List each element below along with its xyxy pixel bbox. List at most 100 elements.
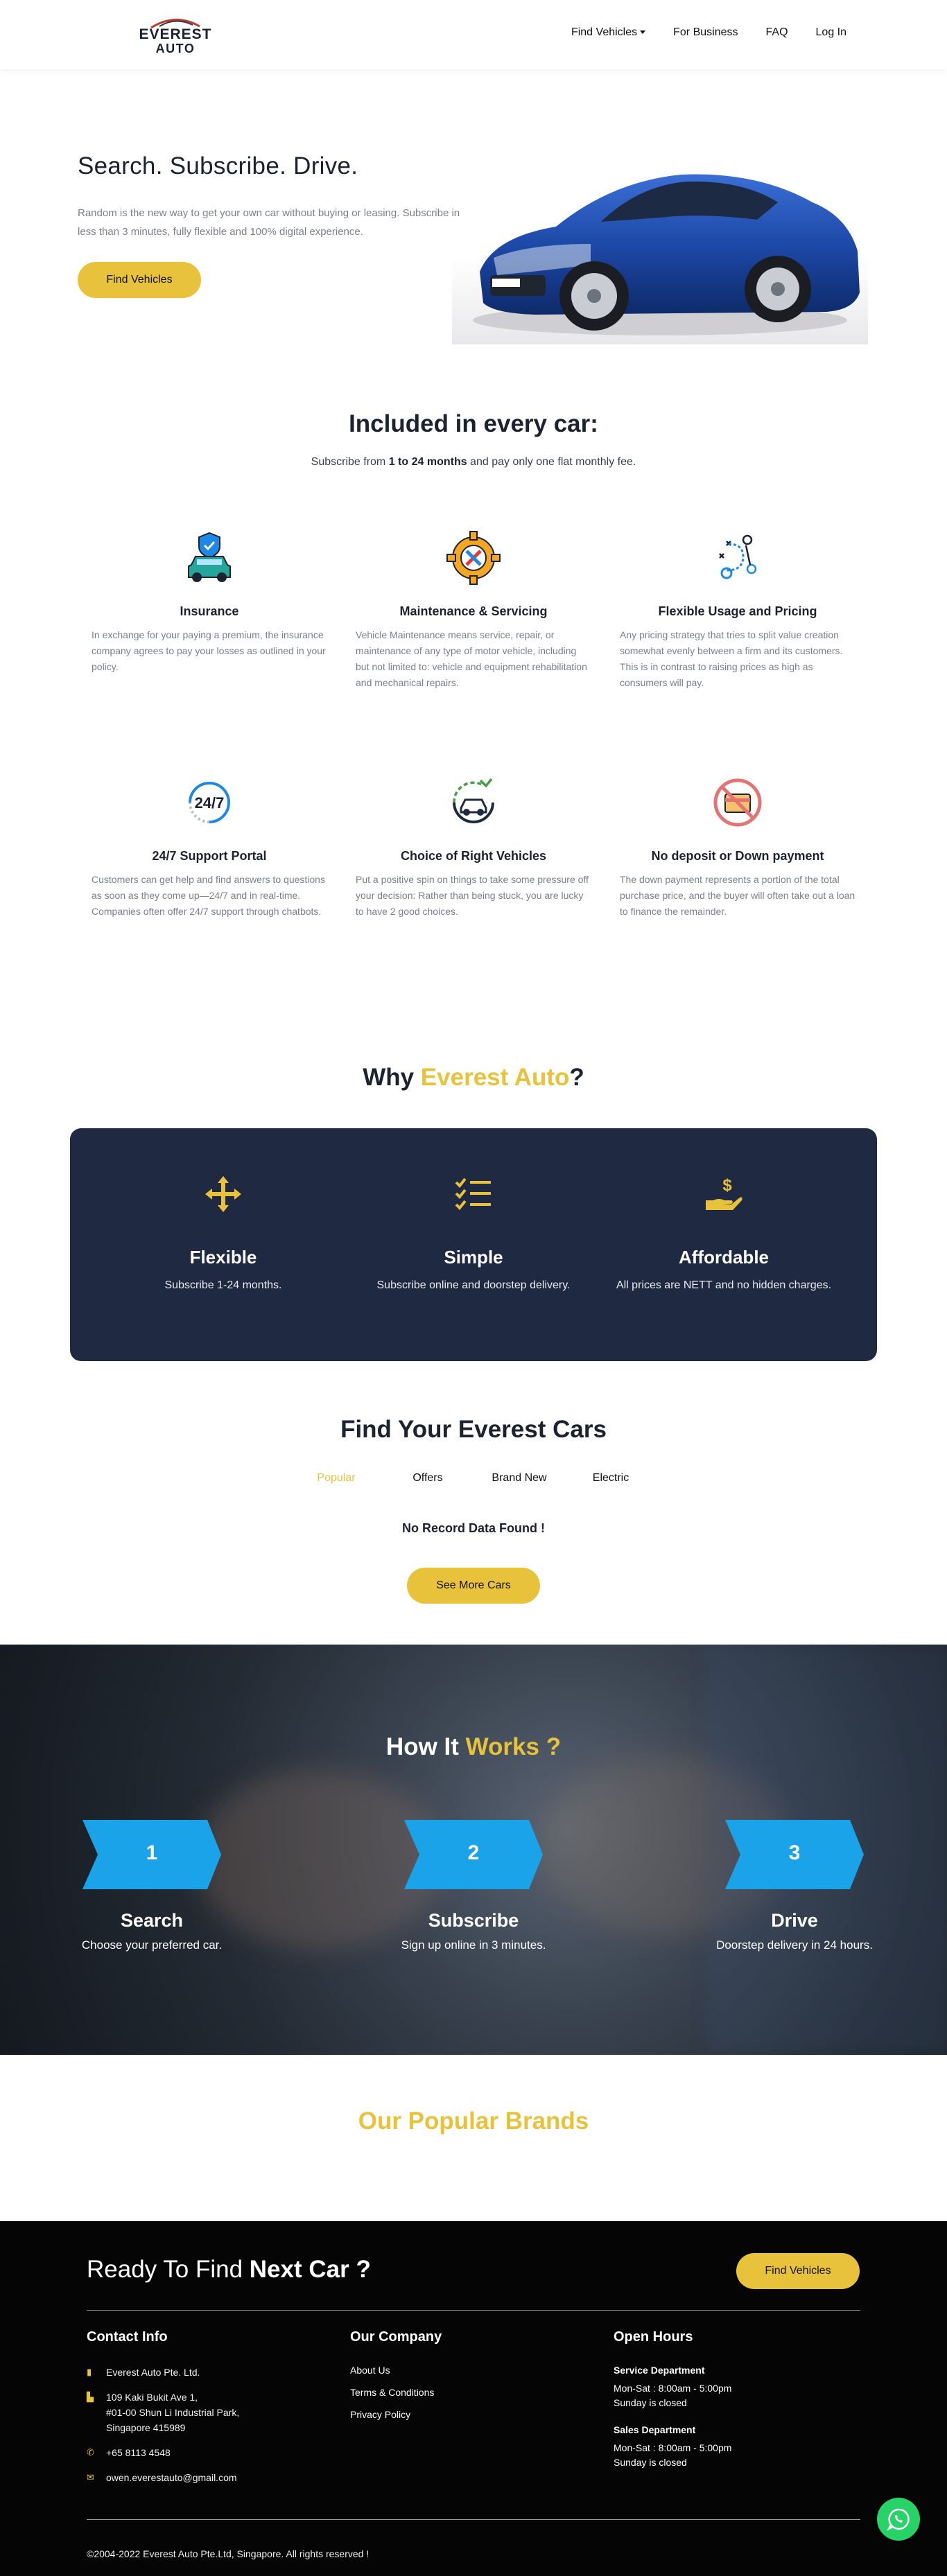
feature-text: The down payment represents a portion of… xyxy=(620,874,855,917)
feature-insurance: Insurance In exchange for your paying a … xyxy=(92,530,327,675)
nav-for-business[interactable]: For Business xyxy=(673,26,738,39)
step-number: 1 xyxy=(146,1841,158,1864)
feature-maintenance: Maintenance & Servicing Vehicle Maintena… xyxy=(356,530,591,691)
nav-find-vehicles-label: Find Vehicles xyxy=(571,26,638,38)
envelope-icon: ✉ xyxy=(87,2472,94,2482)
whatsapp-chat-button[interactable] xyxy=(877,2498,920,2541)
no-deposit-icon xyxy=(713,778,762,827)
contact-info: Contact Info ▮ Everest Auto Pte. Ltd. ▙ 10… xyxy=(87,2329,322,2485)
nav-faq[interactable]: FAQ xyxy=(766,26,788,39)
step-search: 1 Search Choose your preferred car. xyxy=(34,1820,270,1952)
link-terms[interactable]: Terms & Conditions xyxy=(350,2387,586,2398)
building-icon: ▮ xyxy=(87,2367,92,2377)
find-title: Find Your Everest Cars xyxy=(340,1416,607,1443)
footer: Ready To Find Next Car ? Find Vehicles C… xyxy=(0,2221,947,2576)
maintenance-icon xyxy=(446,531,501,585)
checklist-icon xyxy=(455,1177,491,1210)
included-sub-suffix: and pay only one flat monthly fee. xyxy=(467,456,636,468)
caret-down-icon xyxy=(640,30,646,35)
contact-company: ▮ Everest Auto Pte. Ltd. xyxy=(87,2365,322,2380)
why-title-suffix: ? xyxy=(569,1064,584,1091)
link-privacy[interactable]: Privacy Policy xyxy=(350,2409,586,2420)
why-simple: Simple Subscribe online and doorstep del… xyxy=(356,1128,591,1295)
why-col-title: Simple xyxy=(444,1247,503,1268)
contact-phone[interactable]: ✆ +65 8113 4548 xyxy=(87,2445,322,2460)
phone-icon: ✆ xyxy=(87,2447,94,2457)
service-department-title: Service Department xyxy=(614,2365,705,2376)
navbar: EVEREST AUTO Find Vehicles For Business … xyxy=(0,0,947,69)
how-it-works-section: How It Works ? 1 Search Choose your pref… xyxy=(0,1645,947,2055)
step-title: Drive xyxy=(771,1910,818,1931)
company-name: Everest Auto Pte. Ltd. xyxy=(106,2367,200,2378)
hero-find-vehicles-button[interactable]: Find Vehicles xyxy=(78,262,201,298)
address-line-3: Singapore 415989 xyxy=(106,2422,186,2433)
how-title: How It Works ? xyxy=(0,1733,947,1761)
feature-title: 24/7 Support Portal xyxy=(152,849,267,863)
footer-find-vehicles-button[interactable]: Find Vehicles xyxy=(736,2253,860,2289)
sales-hours: Mon-Sat : 8:00am - 5:00pm Sunday is close… xyxy=(614,2441,849,2470)
address: 109 Kaki Bukit Ave 1, #01-00 Shun Li Indu… xyxy=(106,2390,239,2435)
service-hours: Mon-Sat : 8:00am - 5:00pm Sunday is close… xyxy=(614,2381,849,2410)
see-more-cars-button[interactable]: See More Cars xyxy=(407,1568,540,1604)
feature-flexible-pricing: Flexible Usage and Pricing Any pricing s… xyxy=(620,530,855,691)
feature-text: Customers can get help and find answers … xyxy=(92,874,325,917)
sales-hours-line-1: Mon-Sat : 8:00am - 5:00pm xyxy=(614,2442,732,2453)
feature-text: In exchange for your paying a premium, t… xyxy=(92,629,326,672)
why-col-text: All prices are NETT and no hidden charge… xyxy=(616,1279,832,1291)
svg-text:24/7: 24/7 xyxy=(195,794,225,812)
step-title: Search xyxy=(120,1910,184,1931)
feature-support: 24/7 24/7 Support Portal Customers can g… xyxy=(92,775,327,920)
hero-title: Search. Subscribe. Drive. xyxy=(78,152,358,179)
why-title: Why Everest Auto? xyxy=(0,1064,947,1092)
feature-vehicle-choice: Choice of Right Vehicles Put a positive … xyxy=(356,775,591,920)
address-line-2: #01-00 Shun Li Industrial Park, xyxy=(106,2407,240,2418)
insurance-icon xyxy=(188,532,231,582)
feature-title: Maintenance & Servicing xyxy=(399,604,548,618)
hours-title: Open Hours xyxy=(614,2329,693,2345)
footer-bottom-divider xyxy=(87,2519,860,2520)
step-number: 2 xyxy=(467,1841,480,1864)
car-tabs: Popular Offers Brand New Electric xyxy=(0,1472,947,1484)
service-hours-line-1: Mon-Sat : 8:00am - 5:00pm xyxy=(614,2383,732,2394)
vehicle-choice-icon xyxy=(453,778,494,823)
step-text: Doorstep delivery in 24 hours. xyxy=(716,1938,873,1952)
included-subtitle: Subscribe from 1 to 24 months and pay on… xyxy=(0,456,947,468)
why-panel: Flexible Subscribe 1-24 months. Simple S… xyxy=(70,1128,877,1361)
link-about-us[interactable]: About Us xyxy=(350,2365,586,2376)
nav-find-vehicles[interactable]: Find Vehicles xyxy=(571,26,646,39)
included-title: Included in every car: xyxy=(349,410,598,437)
step-text: Sign up online in 3 minutes. xyxy=(401,1938,546,1952)
why-affordable: $ Affordable All prices are NETT and no … xyxy=(606,1128,842,1295)
open-hours: Open Hours Service Department Mon-Sat : … xyxy=(614,2329,849,2470)
logo-text-line1: EVEREST xyxy=(139,26,212,42)
company-title: Our Company xyxy=(350,2329,442,2345)
why-col-text: Subscribe online and doorstep delivery. xyxy=(376,1279,571,1291)
step-number: 3 xyxy=(788,1841,801,1864)
contact-address: ▙ 109 Kaki Bukit Ave 1, #01-00 Shun Li Ind… xyxy=(87,2390,322,2435)
tab-popular[interactable]: Popular xyxy=(290,1472,382,1484)
tab-offers[interactable]: Offers xyxy=(382,1472,474,1484)
nav-login[interactable]: Log In xyxy=(816,26,846,39)
how-title-accent: Works ? xyxy=(465,1733,562,1760)
support-24-7-icon: 24/7 xyxy=(189,782,230,823)
nav-menu: Find Vehicles For Business FAQ Log In xyxy=(571,26,846,39)
contact-email[interactable]: ✉ owen.everestauto@gmail.com xyxy=(87,2470,322,2485)
step-subscribe: 2 Subscribe Sign up online in 3 minutes. xyxy=(356,1820,591,1952)
map-icon: ▙ xyxy=(87,2392,94,2402)
copyright: ©2004-2022 Everest Auto Pte.Ltd, Singapo… xyxy=(87,2548,370,2559)
why-title-prefix: Why xyxy=(363,1064,421,1091)
why-col-text: Subscribe 1-24 months. xyxy=(164,1279,282,1291)
how-title-prefix: How It xyxy=(385,1733,466,1760)
ready-heading: Ready To Find Next Car ? xyxy=(87,2256,371,2284)
tab-electric[interactable]: Electric xyxy=(565,1472,657,1484)
brand-logo[interactable]: EVEREST AUTO xyxy=(137,15,214,55)
whatsapp-icon xyxy=(887,2508,910,2531)
contact-title: Contact Info xyxy=(87,2329,168,2345)
service-hours-line-2: Sunday is closed xyxy=(614,2397,687,2408)
footer-divider xyxy=(87,2310,860,2311)
ready-bold: Next Car ? xyxy=(249,2256,371,2283)
included-sub-bold: 1 to 24 months xyxy=(388,456,467,468)
tab-brand-new[interactable]: Brand New xyxy=(474,1472,565,1484)
empty-message: No Record Data Found ! xyxy=(402,1521,545,1535)
why-title-accent: Everest Auto xyxy=(420,1064,570,1091)
